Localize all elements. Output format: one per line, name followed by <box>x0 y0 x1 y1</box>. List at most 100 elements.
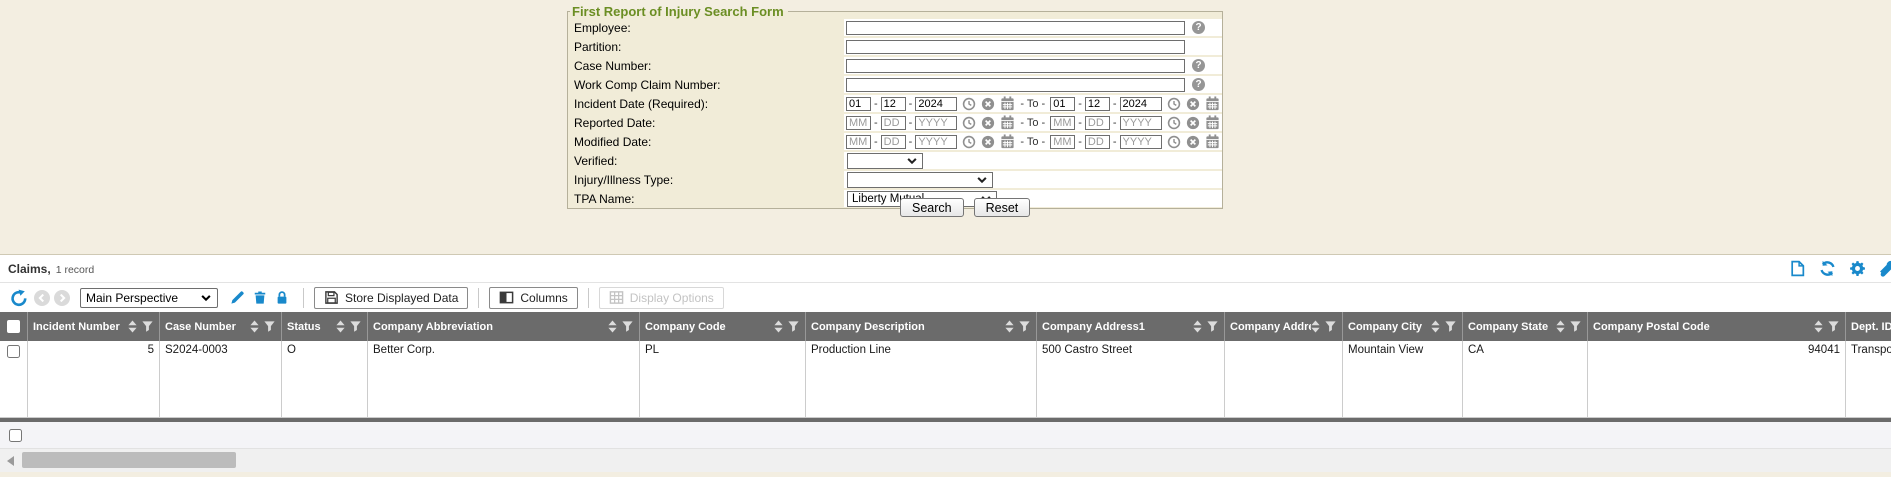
help-icon[interactable]: ? <box>1192 78 1205 91</box>
next-perspective-button[interactable] <box>54 290 70 306</box>
incident-to-mm-input[interactable] <box>1050 97 1075 111</box>
filter-funnel-icon[interactable] <box>622 321 633 332</box>
reported-from-dd-input[interactable] <box>881 116 906 130</box>
column-header-company-address2[interactable]: Company Address2 <box>1225 312 1343 341</box>
reset-button[interactable]: Reset <box>974 198 1031 217</box>
sort-icon[interactable] <box>128 320 137 333</box>
reported-to-mm-input[interactable] <box>1050 116 1075 130</box>
time-picker-icon[interactable] <box>1167 116 1181 130</box>
time-picker-icon[interactable] <box>1167 135 1181 149</box>
sort-icon[interactable] <box>1005 320 1014 333</box>
incident-from-yyyy-input[interactable] <box>915 97 957 111</box>
calendar-icon[interactable] <box>1000 96 1015 111</box>
pencil-icon[interactable] <box>230 290 245 305</box>
clear-date-icon[interactable] <box>1186 97 1200 111</box>
sort-icon[interactable] <box>774 320 783 333</box>
filter-funnel-icon[interactable] <box>1445 321 1456 332</box>
modified-to-mm-input[interactable] <box>1050 135 1075 149</box>
search-button[interactable]: Search <box>900 198 964 217</box>
time-picker-icon[interactable] <box>962 97 976 111</box>
scrollbar-thumb[interactable] <box>22 452 236 468</box>
select-all-header-cell[interactable] <box>0 312 28 341</box>
sort-icon[interactable] <box>1431 320 1440 333</box>
incident-from-dd-input[interactable] <box>881 97 906 111</box>
undo-icon[interactable] <box>10 289 28 307</box>
scroll-left-arrow[interactable] <box>7 456 14 466</box>
injury-type-select[interactable] <box>847 172 993 188</box>
reported-to-dd-input[interactable] <box>1085 116 1110 130</box>
incident-to-yyyy-input[interactable] <box>1120 97 1162 111</box>
calendar-icon[interactable] <box>1000 115 1015 130</box>
table-row[interactable]: 5 S2024-0003 O Better Corp. PL Productio… <box>0 341 1891 418</box>
column-header-company-abbreviation[interactable]: Company Abbreviation <box>368 312 640 341</box>
clear-date-icon[interactable] <box>1186 116 1200 130</box>
columns-button[interactable]: Columns <box>489 287 577 309</box>
work-comp-input[interactable] <box>846 78 1185 92</box>
column-header-company-city[interactable]: Company City <box>1343 312 1463 341</box>
modified-to-yyyy-input[interactable] <box>1120 135 1162 149</box>
filter-funnel-icon[interactable] <box>1828 321 1839 332</box>
column-header-company-state[interactable]: Company State <box>1463 312 1588 341</box>
calendar-icon[interactable] <box>1000 134 1015 149</box>
filter-funnel-icon[interactable] <box>1570 321 1581 332</box>
column-header-company-description[interactable]: Company Description <box>806 312 1037 341</box>
column-header-status[interactable]: Status <box>282 312 368 341</box>
clear-date-icon[interactable] <box>1186 135 1200 149</box>
reported-from-yyyy-input[interactable] <box>915 116 957 130</box>
incident-to-dd-input[interactable] <box>1085 97 1110 111</box>
select-all-checkbox[interactable] <box>7 320 20 333</box>
filter-funnel-icon[interactable] <box>1207 321 1218 332</box>
column-header-dept-id[interactable]: Dept. ID <box>1846 312 1891 341</box>
verified-select[interactable] <box>847 153 923 169</box>
partition-input[interactable] <box>846 40 1185 54</box>
reported-to-yyyy-input[interactable] <box>1120 116 1162 130</box>
filter-funnel-icon[interactable] <box>1325 321 1336 332</box>
column-header-case-number[interactable]: Case Number <box>160 312 282 341</box>
wrench-icon[interactable] <box>1879 260 1891 277</box>
employee-input[interactable] <box>846 21 1185 35</box>
modified-from-mm-input[interactable] <box>846 135 871 149</box>
store-displayed-data-button[interactable]: Store Displayed Data <box>314 287 468 309</box>
column-header-company-code[interactable]: Company Code <box>640 312 806 341</box>
incident-from-mm-input[interactable] <box>846 97 871 111</box>
clear-date-icon[interactable] <box>981 116 995 130</box>
help-icon[interactable]: ? <box>1192 59 1205 72</box>
time-picker-icon[interactable] <box>1167 97 1181 111</box>
time-picker-icon[interactable] <box>962 116 976 130</box>
modified-from-yyyy-input[interactable] <box>915 135 957 149</box>
reported-from-mm-input[interactable] <box>846 116 871 130</box>
filter-funnel-icon[interactable] <box>142 321 153 332</box>
sort-icon[interactable] <box>250 320 259 333</box>
sort-icon[interactable] <box>336 320 345 333</box>
sort-icon[interactable] <box>1556 320 1565 333</box>
refresh-icon[interactable] <box>1819 260 1836 277</box>
calendar-icon[interactable] <box>1205 96 1220 111</box>
sort-icon[interactable] <box>1311 320 1320 333</box>
footer-checkbox[interactable] <box>9 429 22 442</box>
case-number-input[interactable] <box>846 59 1185 73</box>
row-checkbox[interactable] <box>7 345 20 358</box>
gear-icon[interactable] <box>1849 260 1866 277</box>
perspective-select[interactable]: Main Perspective <box>80 288 218 308</box>
modified-to-dd-input[interactable] <box>1085 135 1110 149</box>
document-icon[interactable] <box>1789 260 1806 277</box>
prev-perspective-button[interactable] <box>34 290 50 306</box>
column-header-company-address1[interactable]: Company Address1 <box>1037 312 1225 341</box>
sort-icon[interactable] <box>608 320 617 333</box>
column-header-company-postal-code[interactable]: Company Postal Code <box>1588 312 1846 341</box>
column-header-incident-number[interactable]: Incident Number <box>28 312 160 341</box>
lock-icon[interactable] <box>275 290 289 305</box>
calendar-icon[interactable] <box>1205 134 1220 149</box>
filter-funnel-icon[interactable] <box>350 321 361 332</box>
clear-date-icon[interactable] <box>981 97 995 111</box>
trash-icon[interactable] <box>253 290 267 305</box>
sort-icon[interactable] <box>1814 320 1823 333</box>
horizontal-scrollbar[interactable] <box>0 449 1891 472</box>
filter-funnel-icon[interactable] <box>788 321 799 332</box>
filter-funnel-icon[interactable] <box>264 321 275 332</box>
modified-from-dd-input[interactable] <box>881 135 906 149</box>
calendar-icon[interactable] <box>1205 115 1220 130</box>
clear-date-icon[interactable] <box>981 135 995 149</box>
time-picker-icon[interactable] <box>962 135 976 149</box>
filter-funnel-icon[interactable] <box>1019 321 1030 332</box>
